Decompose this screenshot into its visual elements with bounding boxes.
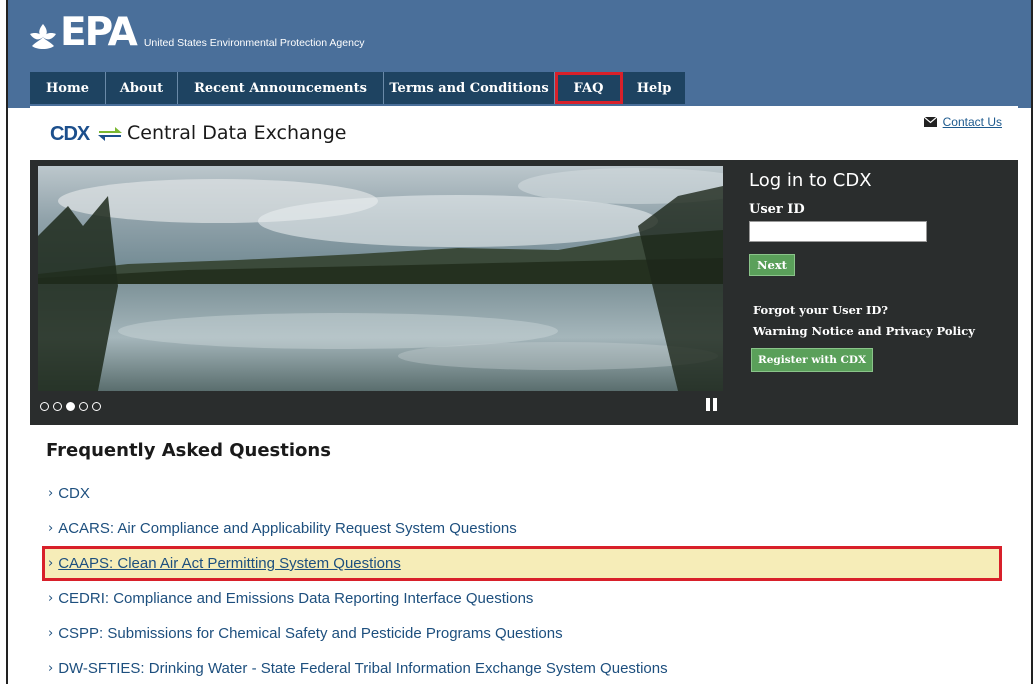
chevron-right-icon: › [48,486,54,501]
nav-tab-home[interactable]: Home [30,72,106,104]
login-panel: Log in to CDX User ID Next Forgot your U… [743,160,1018,425]
carousel-dots [40,402,101,411]
carousel-dot-3[interactable] [66,402,75,411]
nav-tab-recent-announcements[interactable]: Recent Announcements [178,72,384,104]
login-title: Log in to CDX [749,170,872,191]
faq-item-label[interactable]: CAAPS: Clean Air Act Permitting System Q… [58,555,401,572]
chevron-right-icon: › [48,661,54,676]
exchange-arrows-icon [98,127,122,141]
site-name: Central Data Exchange [127,122,347,144]
nav-tab-terms-and-conditions[interactable]: Terms and Conditions [384,72,555,104]
envelope-icon [923,117,937,127]
carousel-dot-1[interactable] [40,402,49,411]
carousel-dot-5[interactable] [92,402,101,411]
faq-list: › CDX › ACARS: Air Compliance and Applic… [42,476,1002,684]
carousel-dot-4[interactable] [79,402,88,411]
main-nav: Home About Recent Announcements Terms an… [30,72,685,104]
nav-tab-faq[interactable]: FAQ [555,72,623,104]
chevron-right-icon: › [48,591,54,606]
contact-us[interactable]: Contact Us [923,115,1002,129]
faq-item-cdx[interactable]: › CDX [42,476,1002,511]
site-header: EPA United States Environmental Protecti… [8,0,1031,108]
faq-item-label[interactable]: ACARS: Air Compliance and Applicability … [58,520,517,537]
nav-tab-about[interactable]: About [106,72,178,104]
contact-us-link[interactable]: Contact Us [943,115,1002,129]
faq-item-label[interactable]: DW-SFTIES: Drinking Water - State Federa… [58,660,667,677]
faq-item-label[interactable]: CSPP: Submissions for Chemical Safety an… [58,625,562,642]
faq-item-label[interactable]: CEDRI: Compliance and Emissions Data Rep… [58,590,533,607]
chevron-right-icon: › [48,556,54,571]
register-button[interactable]: Register with CDX [751,348,874,372]
lake-landscape-photo [38,166,723,391]
next-button[interactable]: Next [749,254,795,276]
page-frame: EPA United States Environmental Protecti… [6,0,1033,684]
faq-item-dw-sfties[interactable]: › DW-SFTIES: Drinking Water - State Fede… [42,651,1002,684]
pause-icon[interactable] [706,398,717,411]
epa-wordmark: EPA [60,10,138,55]
carousel-dot-2[interactable] [53,402,62,411]
userid-label: User ID [749,202,805,217]
epa-logo[interactable]: EPA United States Environmental Protecti… [28,10,365,55]
userid-input[interactable] [749,221,927,242]
chevron-right-icon: › [48,626,54,641]
faq-item-label[interactable]: CDX [58,485,90,502]
faq-item-acars[interactable]: › ACARS: Air Compliance and Applicabilit… [42,511,1002,546]
chevron-right-icon: › [48,521,54,536]
epa-flower-icon [30,24,56,49]
faq-item-caaps[interactable]: › CAAPS: Clean Air Act Permitting System… [42,546,1002,581]
agency-name: United States Environmental Protection A… [143,37,365,49]
cdx-logo[interactable]: CDX [50,123,90,146]
faq-heading: Frequently Asked Questions [46,440,331,461]
forgot-userid-link[interactable]: Forgot your User ID? [753,303,888,317]
nav-tab-help[interactable]: Help [623,72,685,104]
cdx-titlebar: CDX Central Data Exchange Contact Us [30,106,1018,158]
faq-item-cspp[interactable]: › CSPP: Submissions for Chemical Safety … [42,616,1002,651]
warning-privacy-link[interactable]: Warning Notice and Privacy Policy [753,324,975,338]
hero-banner: Log in to CDX User ID Next Forgot your U… [30,160,1018,425]
faq-item-cedri[interactable]: › CEDRI: Compliance and Emissions Data R… [42,581,1002,616]
